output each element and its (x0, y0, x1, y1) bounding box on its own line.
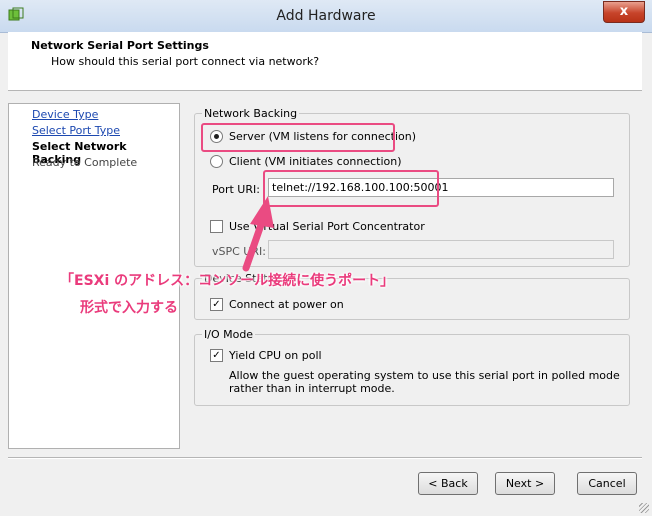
next-button[interactable]: Next > (495, 472, 555, 495)
annotation-line2: 形式で入力する (80, 300, 178, 316)
back-button[interactable]: < Back (418, 472, 478, 495)
annotation-line1: 「ESXi のアドレス：コンソール接続に使うポート」 (60, 273, 395, 289)
resize-grip-icon[interactable] (639, 503, 649, 513)
cancel-button[interactable]: Cancel (577, 472, 637, 495)
footer-separator (8, 457, 642, 459)
annotation-arrow-icon (242, 196, 274, 272)
